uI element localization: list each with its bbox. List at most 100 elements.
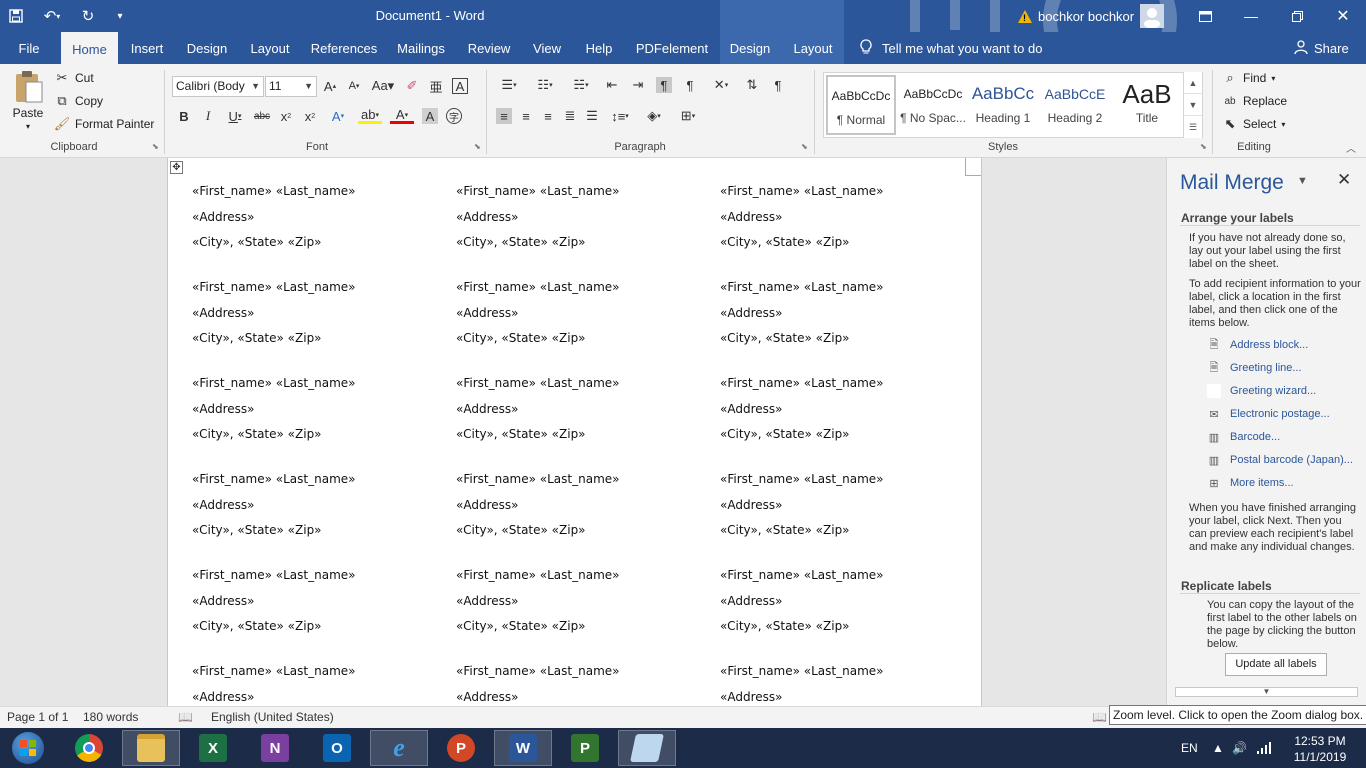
tab-insert[interactable]: Insert xyxy=(124,32,170,64)
input-language[interactable]: EN xyxy=(1181,728,1198,768)
page-count[interactable]: Page 1 of 1 xyxy=(7,710,68,724)
tab-design[interactable]: Design xyxy=(182,32,232,64)
volume-icon[interactable]: 🔊 xyxy=(1232,728,1247,768)
label-cell[interactable]: «First_name» «Last_name» «Address» «City»,… xyxy=(720,275,884,352)
language-indicator[interactable]: English (United States) xyxy=(211,710,334,724)
label-cell[interactable]: «First_name» «Last_name» «Address» «City»,… xyxy=(720,467,884,544)
font-launcher-icon[interactable]: ⬊ xyxy=(474,142,481,151)
label-cell[interactable]: «First_name» «Last_name» «Address» xyxy=(456,659,620,706)
numbering-icon[interactable]: ☷ ▾ xyxy=(532,77,558,93)
superscript-icon[interactable]: x2 xyxy=(302,108,318,124)
distributed-icon[interactable]: ☰ xyxy=(584,108,600,124)
subscript-icon[interactable]: x2 xyxy=(278,108,294,124)
collapse-ribbon-icon[interactable]: ︿ xyxy=(1346,140,1356,155)
barcode-link[interactable]: ▥ Barcode... xyxy=(1207,430,1280,444)
chevron-up-icon[interactable]: ▲ xyxy=(1184,72,1202,94)
redo-icon[interactable]: ↻ xyxy=(72,0,104,32)
greeting-line-link[interactable]: 🗎 Greeting line... xyxy=(1207,361,1302,375)
decrease-indent-icon[interactable]: ⇤ xyxy=(604,77,620,93)
internet-explorer-taskbar-button[interactable]: e xyxy=(370,730,428,766)
ribbon-display-options-icon[interactable] xyxy=(1182,0,1228,32)
onenote-taskbar-button[interactable]: N xyxy=(246,730,304,766)
excel-taskbar-button[interactable]: X xyxy=(184,730,242,766)
label-cell[interactable]: «First_name» «Last_name» «Address» «City»,… xyxy=(192,467,356,544)
word-count[interactable]: 180 words xyxy=(83,710,138,724)
tab-home[interactable]: Home xyxy=(61,32,118,64)
underline-icon[interactable]: U ▾ xyxy=(224,108,246,124)
style-no-spacing[interactable]: AaBbCcDc ¶ No Spac... xyxy=(898,75,968,135)
undo-icon[interactable]: ↶ ▾ xyxy=(32,0,72,32)
avatar[interactable] xyxy=(1140,4,1165,28)
label-cell[interactable]: «First_name» «Last_name» «Address» «City»,… xyxy=(192,275,356,352)
shrink-font-icon[interactable]: A ▾ xyxy=(346,78,362,94)
word-taskbar-button[interactable]: W xyxy=(494,730,552,766)
italic-icon[interactable]: I xyxy=(200,108,216,124)
style-heading-1[interactable]: AaBbCc Heading 1 xyxy=(968,75,1038,135)
increase-indent-icon[interactable]: ⇥ xyxy=(630,77,646,93)
label-cell[interactable]: «First_name» «Last_name» «Address» «City»,… xyxy=(456,275,620,352)
justify-icon[interactable]: ≣ xyxy=(562,108,578,124)
minimize-button[interactable]: — xyxy=(1228,0,1274,32)
save-icon[interactable] xyxy=(0,0,32,32)
powerpoint-taskbar-button[interactable]: P xyxy=(432,730,490,766)
system-clock[interactable]: 12:53 PM 11/1/2019 xyxy=(1280,733,1360,765)
label-cell[interactable]: «First_name» «Last_name» «Address» «City»,… xyxy=(192,179,356,256)
paste-button[interactable]: Paste ▾ xyxy=(12,70,44,131)
label-cell[interactable]: «First_name» «Last_name» «Address» «City»,… xyxy=(192,563,356,640)
address-block-link[interactable]: 🗎 Address block... xyxy=(1207,338,1309,352)
close-button[interactable]: ✕ xyxy=(1320,0,1366,32)
style-title[interactable]: AaB Title xyxy=(1112,75,1182,135)
font-color-icon[interactable]: A ▾ xyxy=(390,107,414,124)
postal-barcode-link[interactable]: ▥ Postal barcode (Japan)... xyxy=(1207,453,1353,467)
notes-taskbar-button[interactable] xyxy=(618,730,676,766)
tell-me-box[interactable]: Tell me what you want to do xyxy=(860,32,1042,64)
phonetic-guide-icon[interactable]: 亜 xyxy=(428,78,444,95)
styles-launcher-icon[interactable]: ⬊ xyxy=(1200,142,1207,151)
chevron-down-icon[interactable]: ▼ xyxy=(1184,94,1202,116)
text-effects-icon[interactable]: A ▾ xyxy=(326,108,350,124)
share-button[interactable]: Share xyxy=(1294,32,1349,64)
tab-pdfelement[interactable]: PDFelement xyxy=(632,32,712,64)
tab-view[interactable]: View xyxy=(528,32,566,64)
label-cell[interactable]: «First_name» «Last_name» «Address» «City»,… xyxy=(720,563,884,640)
label-cell[interactable]: «First_name» «Last_name» «Address» «City»,… xyxy=(456,371,620,448)
multilevel-list-icon[interactable]: ☵ ▾ xyxy=(568,77,594,93)
document-page[interactable]: ✥ «First_name» «Last_name» «Address» «City… xyxy=(167,158,982,706)
start-button[interactable] xyxy=(0,728,56,768)
ltr-icon[interactable]: ¶ xyxy=(656,77,672,93)
select-button[interactable]: ⬉ Select ▾ xyxy=(1222,116,1286,132)
align-left-icon[interactable]: ≡ xyxy=(496,108,512,124)
close-icon[interactable]: ✕ xyxy=(1337,170,1351,190)
font-size-combo[interactable]: 11 ▼ xyxy=(265,76,317,97)
read-mode-icon[interactable]: 📖 xyxy=(1092,710,1107,724)
paragraph-launcher-icon[interactable]: ⬊ xyxy=(801,142,808,151)
outlook-taskbar-button[interactable]: O xyxy=(308,730,366,766)
highlight-icon[interactable]: ab ▾ xyxy=(358,107,382,124)
character-shading-icon[interactable]: A xyxy=(422,108,438,124)
pane-scroll-down-icon[interactable]: ▼ xyxy=(1175,687,1358,697)
sort-icon[interactable]: ⇅ xyxy=(744,77,760,93)
label-cell[interactable]: «First_name» «Last_name» «Address» xyxy=(192,659,356,706)
format-painter-button[interactable]: 🖌 Format Painter xyxy=(54,116,155,132)
pane-options-icon[interactable]: ▼ xyxy=(1297,175,1308,187)
more-items-link[interactable]: ⊞ More items... xyxy=(1207,476,1293,490)
align-center-icon[interactable]: ≡ xyxy=(518,108,534,124)
tab-file[interactable]: File xyxy=(8,32,50,64)
clear-formatting-icon[interactable]: ✐ xyxy=(404,78,420,94)
clipboard-launcher-icon[interactable]: ⬊ xyxy=(152,142,159,151)
borders-icon[interactable]: ⊞ ▾ xyxy=(674,108,702,124)
align-right-icon[interactable]: ≡ xyxy=(540,108,556,124)
font-name-combo[interactable]: Calibri (Body ▼ xyxy=(172,76,264,97)
greeting-wizard-link[interactable]: Greeting wizard... xyxy=(1207,384,1316,398)
electronic-postage-link[interactable]: ✉ Electronic postage... xyxy=(1207,407,1329,421)
tab-mailings[interactable]: Mailings xyxy=(392,32,450,64)
label-cell[interactable]: «First_name» «Last_name» «Address» «City»,… xyxy=(456,563,620,640)
label-cell[interactable]: «First_name» «Last_name» «Address» «City»,… xyxy=(456,467,620,544)
find-button[interactable]: ⌕ Find ▾ xyxy=(1222,70,1275,86)
label-cell[interactable]: «First_name» «Last_name» «Address» «City»,… xyxy=(456,179,620,256)
user-account[interactable]: ! bochkor bochkor xyxy=(1018,4,1165,28)
replace-button[interactable]: ab Replace xyxy=(1222,93,1287,109)
strikethrough-icon[interactable]: abc xyxy=(254,108,270,124)
tab-review[interactable]: Review xyxy=(462,32,516,64)
rtl-icon[interactable]: ¶ xyxy=(682,77,698,93)
